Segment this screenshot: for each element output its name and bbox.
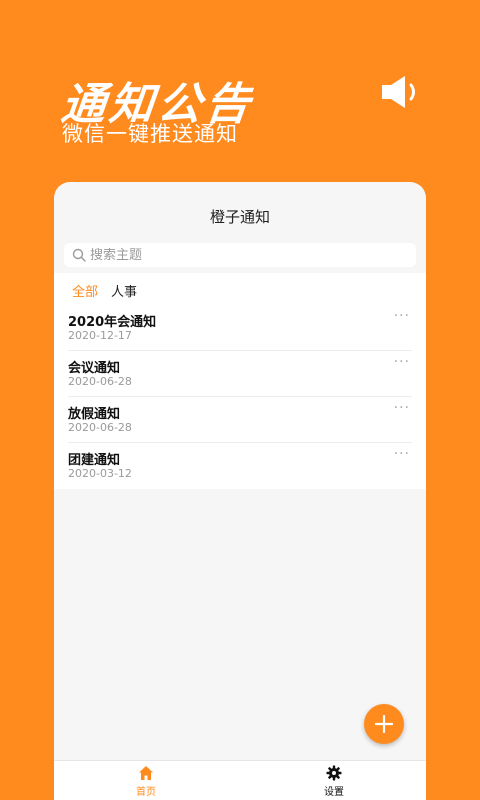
notice-list-panel: 全部 人事 2020年会通知 2020-12-17 ··· 会议通知 2020-… <box>54 273 426 489</box>
tab-hr[interactable]: 人事 <box>111 281 137 300</box>
add-notice-button[interactable] <box>364 704 404 744</box>
search-bar[interactable] <box>64 243 416 267</box>
item-title: 团建通知 <box>68 453 121 468</box>
category-tabs: 全部 人事 <box>54 273 426 305</box>
hero-subtitle: 微信一键推送通知 <box>62 122 238 146</box>
search-input[interactable] <box>90 247 410 263</box>
notice-card: 橙子通知 全部 人事 2020年会通知 2020-12-17 ··· 会议通知 … <box>54 182 426 800</box>
home-icon <box>139 766 153 780</box>
tab-all[interactable]: 全部 <box>72 281 98 300</box>
item-date: 2020-03-12 <box>68 467 132 480</box>
plus-icon <box>374 714 394 734</box>
more-icon[interactable]: ··· <box>394 309 410 323</box>
speaker-icon[interactable] <box>381 74 423 110</box>
list-item[interactable]: 团建通知 2020-03-12 ··· <box>68 443 412 489</box>
more-icon[interactable]: ··· <box>394 401 410 415</box>
list-item[interactable]: 会议通知 2020-06-28 ··· <box>68 351 412 397</box>
item-date: 2020-06-28 <box>68 375 132 388</box>
item-title: 2020年会通知 <box>68 315 157 330</box>
search-icon <box>72 248 86 262</box>
tabbar-home[interactable]: 首页 <box>116 765 176 798</box>
item-date: 2020-06-28 <box>68 421 132 434</box>
tabbar-home-label: 首页 <box>136 787 156 798</box>
more-icon[interactable]: ··· <box>394 355 410 369</box>
item-title: 放假通知 <box>68 407 121 422</box>
bottom-tab-bar: 首页 设置 <box>54 760 426 800</box>
card-title: 橙子通知 <box>209 208 270 226</box>
tabbar-settings[interactable]: 设置 <box>304 765 364 798</box>
more-icon[interactable]: ··· <box>394 447 410 461</box>
list-item[interactable]: 放假通知 2020-06-28 ··· <box>68 397 412 443</box>
gear-icon <box>326 765 342 781</box>
item-date: 2020-12-17 <box>68 329 132 342</box>
item-title: 会议通知 <box>68 361 121 376</box>
tabbar-settings-label: 设置 <box>324 787 344 798</box>
list-item[interactable]: 2020年会通知 2020-12-17 ··· <box>68 305 412 351</box>
